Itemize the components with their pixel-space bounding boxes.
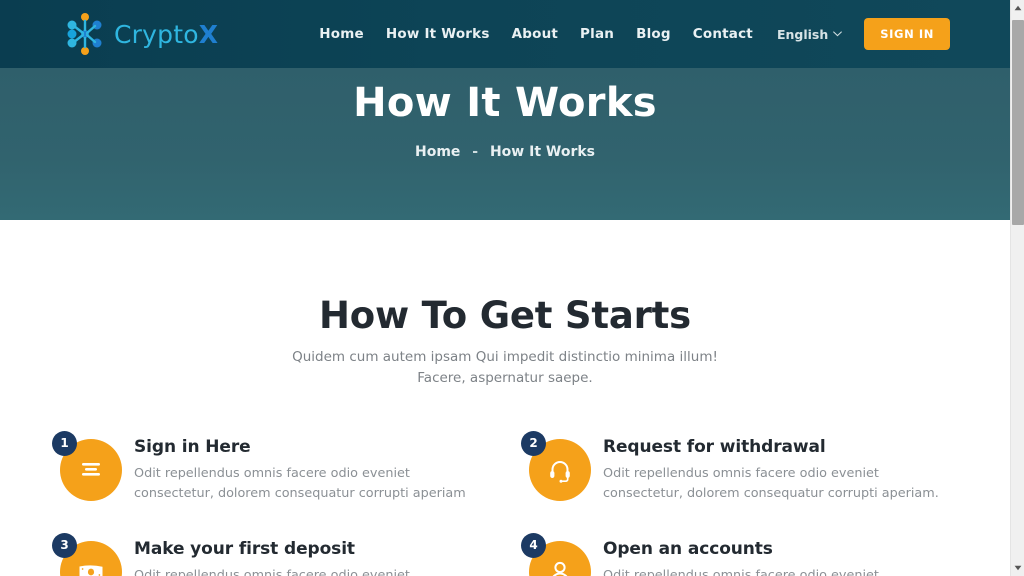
page-viewport: CryptoX Home How It Works About Plan Blo… [0,0,1010,576]
step-body: Request for withdrawal Odit repellendus … [603,435,941,505]
brand-logo[interactable]: CryptoX [66,13,218,55]
step-title: Sign in Here [134,436,251,457]
nav-item-how-it-works[interactable]: How It Works [386,26,490,42]
step-description: Odit repellendus omnis facere odio eveni… [603,567,879,576]
site-header: CryptoX Home How It Works About Plan Blo… [0,0,1010,68]
breadcrumb-home[interactable]: Home [415,144,460,160]
banknote-icon [79,565,103,576]
nav-item-plan[interactable]: Plan [580,26,614,42]
step-title: Open an accounts [603,538,773,559]
step-card: 3 Make your first deposit Odit repellend… [52,532,481,576]
breadcrumb-separator: - [472,144,479,160]
step-number-badge: 2 [521,430,546,456]
page-scrollbar[interactable] [1010,0,1024,576]
list-lines-icon [82,462,100,476]
hero-banner: How It Works Home - How It Works [0,68,1010,220]
step-icon-wrapper: 4 [521,532,591,576]
nav-item-contact[interactable]: Contact [693,26,753,42]
nav-item-blog[interactable]: Blog [636,26,671,42]
section-title: How To Get Starts [319,294,691,337]
step-icon-wrapper: 2 [521,430,591,501]
breadcrumb-current: How It Works [489,144,595,160]
step-body: Open an accounts Odit repellendus omnis … [603,537,941,576]
crypto-nodes-icon [67,13,102,55]
step-icon-wrapper: 1 [52,430,122,501]
step-icon-wrapper: 3 [52,532,122,576]
steps-grid: 1 Sign in Here Odit repellendus omnis fa… [52,430,950,576]
main-navigation: Home How It Works About Plan Blog Contac… [319,18,1010,50]
step-title: Request for withdrawal [603,436,826,457]
step-body: Make your first deposit Odit repellendus… [134,537,472,576]
step-number-badge: 3 [52,532,77,558]
nav-item-about[interactable]: About [512,26,558,42]
step-description: Odit repellendus omnis facere odio eveni… [603,465,939,502]
page-title: How It Works [353,80,657,126]
step-card: 2 Request for withdrawal Odit repellendu… [521,430,950,505]
step-description: Odit repellendus omnis facere odio eveni… [134,465,466,502]
section-header: How To Get Starts Quidem cum autem ipsam… [0,294,1010,389]
nav-item-home[interactable]: Home [319,26,364,42]
headset-icon [550,460,570,483]
scrollbar-thumb[interactable] [1012,20,1024,225]
caret-up-icon [1014,5,1022,11]
sign-in-button[interactable]: SIGN IN [864,18,950,50]
language-label: English [776,26,829,42]
user-icon [552,561,568,576]
brand-name: CryptoX [114,19,219,49]
step-number-badge: 1 [52,430,77,456]
breadcrumb: Home - How It Works [0,144,1010,160]
step-number-badge: 4 [521,532,546,558]
step-card: 1 Sign in Here Odit repellendus omnis fa… [52,430,481,505]
language-selector[interactable]: English [776,26,843,42]
step-description: Odit repellendus omnis facere odio eveni… [134,567,410,576]
step-card: 4 Open an accounts Odit repellendus omni… [521,532,950,576]
chevron-down-icon [833,31,843,37]
scroll-up-button[interactable] [1011,0,1024,16]
scroll-down-button[interactable] [1011,560,1024,576]
main-content: How To Get Starts Quidem cum autem ipsam… [0,220,1010,576]
step-title: Make your first deposit [134,538,355,559]
section-subtitle: Quidem cum autem ipsam Qui impedit disti… [292,349,718,386]
caret-down-icon [1014,565,1022,571]
step-body: Sign in Here Odit repellendus omnis face… [134,435,472,505]
